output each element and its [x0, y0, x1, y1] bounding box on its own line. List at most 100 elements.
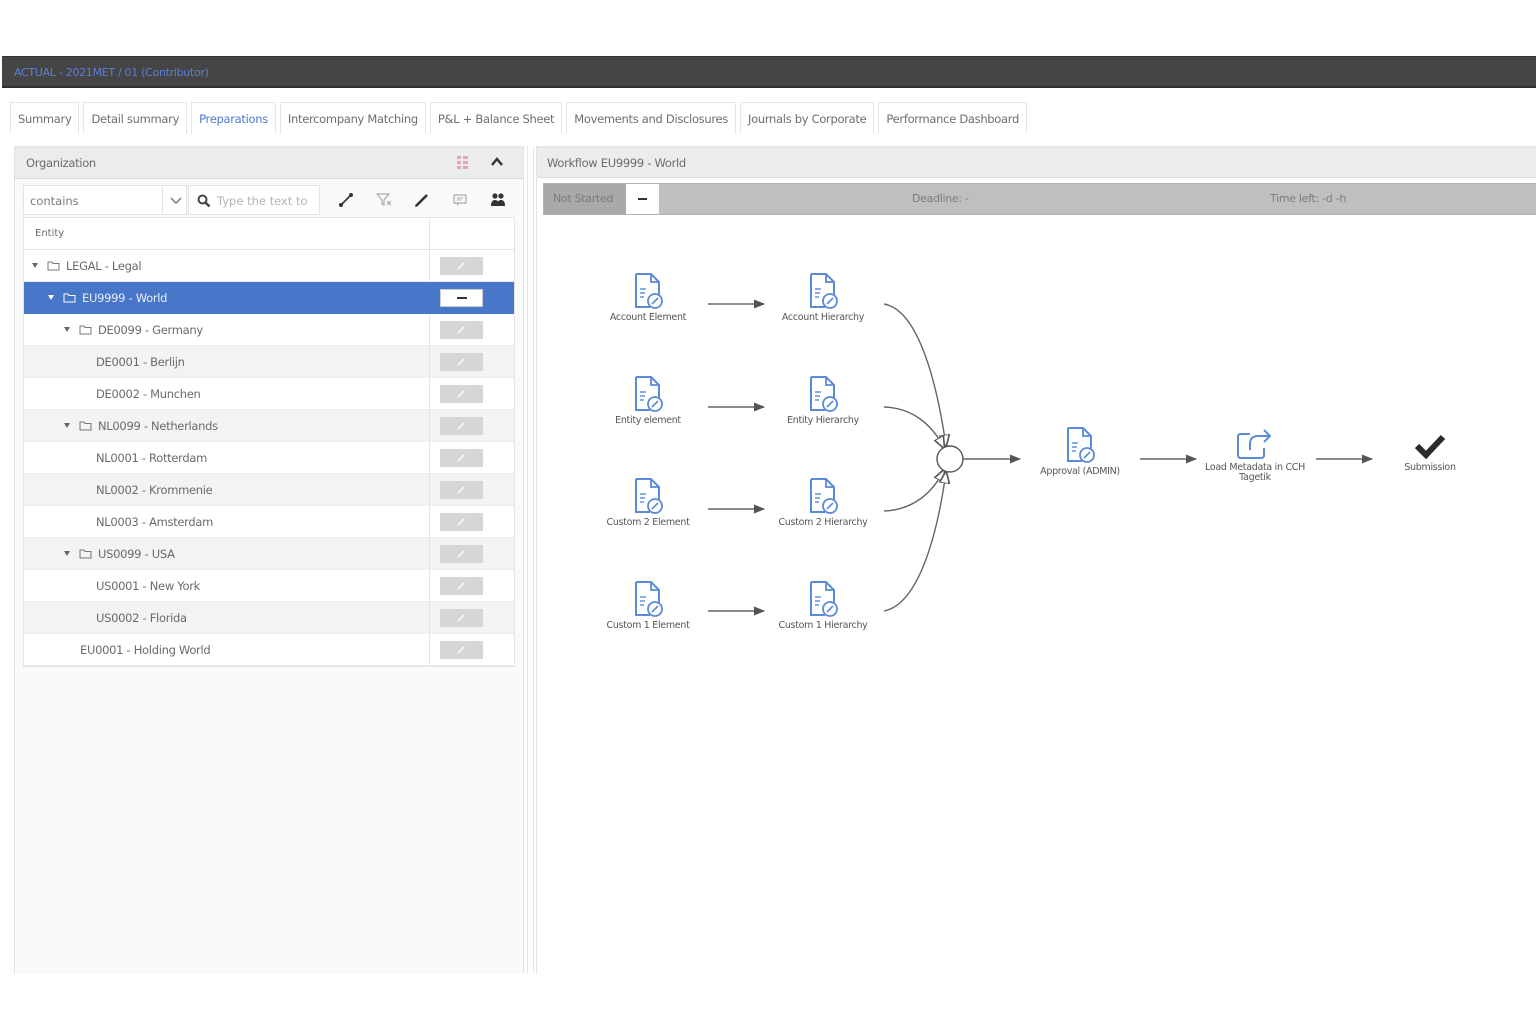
tree-row-label: US0001 - New York [96, 579, 201, 593]
row-edit-button[interactable] [440, 417, 483, 435]
panel-splitter[interactable] [527, 146, 534, 974]
workflow-node-account-hierarchy[interactable]: Account Hierarchy [758, 272, 888, 323]
comment-icon[interactable] [451, 191, 469, 209]
organization-panel: Organization contains Type the text to E… [14, 146, 524, 974]
clear-filter-icon[interactable] [375, 191, 393, 209]
organization-panel-title: Organization [26, 156, 96, 170]
tree-row[interactable]: NL0002 - Krommenie [24, 474, 514, 506]
filter-operator-value: contains [30, 194, 79, 208]
row-edit-button[interactable] [440, 385, 483, 403]
workflow-node-submission[interactable]: Submission [1365, 432, 1495, 473]
tab-pl-balance-sheet[interactable]: P&L + Balance Sheet [429, 102, 563, 134]
users-icon[interactable] [489, 191, 507, 209]
workflow-node-custom1-hierarchy[interactable]: Custom 1 Hierarchy [758, 580, 888, 631]
tree-row[interactable]: NL0003 - Amsterdam [24, 506, 514, 538]
expand-caret-icon[interactable] [32, 263, 38, 268]
context-title: ACTUAL - 2021MET / 01 (Contributor) [14, 66, 209, 79]
row-edit-button[interactable] [440, 321, 483, 339]
edit-icon[interactable] [413, 191, 431, 209]
tree-row[interactable]: NL0099 - Netherlands [24, 410, 514, 442]
workflow-node-custom2-hierarchy[interactable]: Custom 2 Hierarchy [758, 477, 888, 528]
row-edit-button[interactable] [440, 577, 483, 595]
expand-all-icon[interactable] [337, 191, 355, 209]
row-edit-button[interactable] [440, 353, 483, 371]
tree-row[interactable]: US0001 - New York [24, 570, 514, 602]
expand-caret-icon[interactable] [64, 327, 70, 332]
column-divider [429, 250, 430, 281]
checkmark-icon [1365, 432, 1495, 460]
filter-operator-select[interactable]: contains [23, 185, 187, 215]
column-divider [429, 538, 430, 569]
row-edit-button[interactable] [440, 609, 483, 627]
column-divider [429, 570, 430, 601]
folder-icon [79, 420, 92, 431]
context-title-bar: ACTUAL - 2021MET / 01 (Contributor) [2, 56, 1536, 88]
entity-tree: Entity LEGAL - Legal EU9999 - World DE0099… [23, 217, 515, 667]
workflow-node-label: Submission [1404, 462, 1456, 473]
workflow-node-entity-element[interactable]: Entity element [583, 375, 713, 426]
tree-row-label: DE0002 - Munchen [96, 387, 201, 401]
tree-row[interactable]: DE0099 - Germany [24, 314, 514, 346]
tree-row[interactable]: DE0002 - Munchen [24, 378, 514, 410]
column-divider [429, 634, 430, 665]
row-edit-button[interactable] [440, 513, 483, 531]
row-edit-button[interactable] [440, 481, 483, 499]
workflow-node-account-element[interactable]: Account Element [583, 272, 713, 323]
tree-row[interactable]: US0002 - Florida [24, 602, 514, 634]
column-divider [429, 602, 430, 633]
tab-summary[interactable]: Summary [10, 102, 80, 134]
expand-caret-icon[interactable] [64, 423, 70, 428]
tab-performance-dashboard[interactable]: Performance Dashboard [878, 102, 1028, 134]
workflow-node-load-metadata[interactable]: Load Metadata in CCH Tagetik [1190, 426, 1320, 483]
column-divider [429, 346, 430, 377]
tree-row[interactable]: EU9999 - World [24, 282, 514, 314]
row-edit-button[interactable] [440, 641, 483, 659]
tree-row[interactable]: DE0001 - Berlijn [24, 346, 514, 378]
tree-row[interactable]: NL0001 - Rotterdam [24, 442, 514, 474]
tab-detail-summary[interactable]: Detail summary [83, 102, 188, 134]
workflow-node-label: Account Element [609, 312, 687, 323]
row-edit-button[interactable] [440, 545, 483, 563]
tree-row-label: US0002 - Florida [96, 611, 187, 625]
tree-row-label: NL0099 - Netherlands [98, 419, 218, 433]
tab-preparations[interactable]: Preparations [191, 102, 276, 134]
column-divider [429, 314, 430, 345]
workflow-node-label: Load Metadata in CCH Tagetik [1205, 462, 1305, 483]
column-divider [429, 474, 430, 505]
tab-movements-disclosures[interactable]: Movements and Disclosures [566, 102, 737, 134]
row-action-button[interactable] [440, 289, 483, 307]
dropdown-toggle[interactable] [162, 186, 188, 214]
tree-row[interactable]: LEGAL - Legal [24, 250, 514, 282]
row-edit-button[interactable] [440, 257, 483, 275]
tree-row-label: DE0099 - Germany [98, 323, 203, 337]
document-edit-icon [583, 272, 713, 310]
document-edit-icon [583, 477, 713, 515]
chevron-up-icon[interactable] [490, 155, 504, 169]
tab-intercompany-matching[interactable]: Intercompany Matching [279, 102, 426, 134]
status-action-button[interactable] [626, 184, 659, 214]
tab-journals-by-corporate[interactable]: Journals by Corporate [740, 102, 875, 134]
grid-view-icon[interactable] [457, 156, 468, 169]
workflow-node-label: Account Hierarchy [781, 312, 865, 323]
expand-caret-icon[interactable] [48, 295, 54, 300]
workflow-node-approval[interactable]: Approval (ADMIN) [1015, 426, 1145, 477]
search-input[interactable] [217, 192, 317, 210]
tree-row-label: US0099 - USA [98, 547, 175, 561]
workflow-node-custom1-element[interactable]: Custom 1 Element [583, 580, 713, 631]
column-divider [429, 218, 430, 249]
search-field[interactable] [188, 185, 320, 215]
tree-row[interactable]: US0099 - USA [24, 538, 514, 570]
workflow-panel-header: Workflow EU9999 - World [537, 146, 1536, 178]
workflow-node-label: Entity Hierarchy [787, 415, 859, 426]
workflow-status-bar: Not Started Deadline: - Time left: -d -h [543, 183, 1536, 215]
tree-row-label: DE0001 - Berlijn [96, 355, 185, 369]
workflow-node-custom2-element[interactable]: Custom 2 Element [583, 477, 713, 528]
chevron-down-icon [170, 197, 182, 205]
expand-caret-icon[interactable] [64, 551, 70, 556]
workflow-node-entity-hierarchy[interactable]: Entity Hierarchy [758, 375, 888, 426]
workflow-status: Not Started [544, 184, 626, 214]
folder-icon [79, 548, 92, 559]
row-edit-button[interactable] [440, 449, 483, 467]
tree-row[interactable]: EU0001 - Holding World [24, 634, 514, 666]
folder-icon [47, 260, 60, 271]
